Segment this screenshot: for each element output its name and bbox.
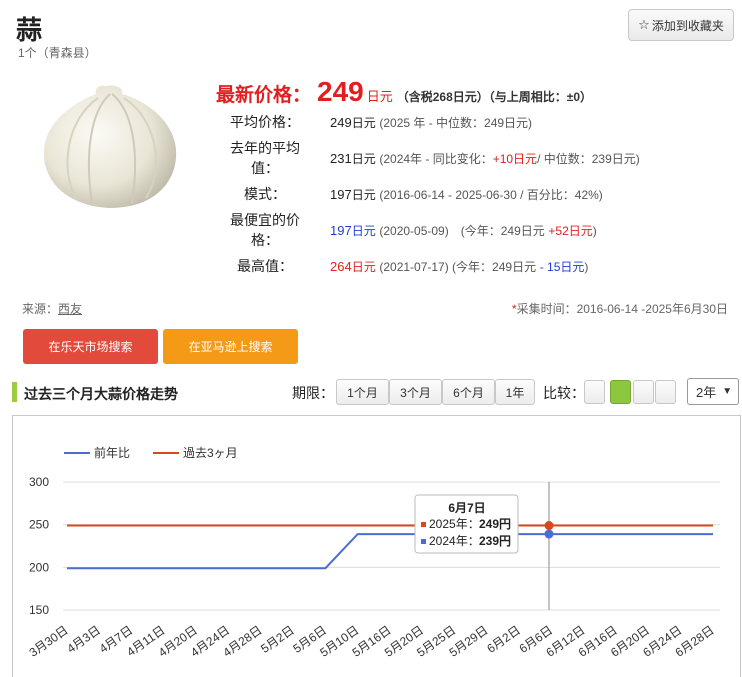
latest-price-unit: 日元 bbox=[366, 89, 393, 104]
stat-detail: (2016-06-14 - 2025-06-30 / 百分比：42%) bbox=[379, 187, 603, 202]
stat-change: +10日元 bbox=[492, 151, 538, 166]
tooltip-swatch-recent bbox=[421, 522, 426, 527]
stat-value: 264 bbox=[330, 258, 352, 274]
tooltip-value-recent: 249円 bbox=[479, 517, 511, 531]
page-title: 蒜 bbox=[16, 15, 43, 45]
stat-label: 最高值： bbox=[237, 258, 293, 274]
compare-option-2[interactable] bbox=[610, 380, 631, 404]
stat-row-highest: 最高值： 264日元 (2021-07-17) (今年：249日元 - 15日元… bbox=[220, 252, 740, 280]
latest-price-value: 249 bbox=[317, 76, 364, 107]
tooltip-line-prev-year: 2024年： bbox=[429, 534, 480, 548]
collection-period: *采集时间：2016-06-14 -2025年6月30日 bbox=[511, 302, 728, 316]
stat-change: - 15 bbox=[539, 259, 561, 274]
add-favorite-button[interactable]: ☆ 添加到收藏夹 bbox=[628, 9, 734, 41]
x-tick-label: 5月2日 bbox=[258, 623, 297, 656]
price-chart-svg: 1502002503003月30日4月3日4月7日4月11日4月20日4月24日… bbox=[27, 445, 720, 660]
hover-point-recent bbox=[544, 521, 554, 531]
compare-label: 比较： bbox=[543, 385, 585, 401]
section-title: 过去三个月大蒜价格走势 bbox=[24, 386, 178, 402]
section-accent-bar bbox=[12, 382, 17, 402]
stat-row-mode: 模式： 197日元 (2016-06-14 - 2025-06-30 / 百分比… bbox=[220, 180, 740, 208]
add-favorite-label: 添加到收藏夹 bbox=[651, 18, 724, 33]
legend-label: 過去3ヶ月 bbox=[183, 446, 238, 460]
page-subtitle: 1个（青森县） bbox=[18, 46, 97, 60]
price-chart: 150 200 250 300 3月30日 4月3日 4月7日 4月11日 4月20日 4月24日… bbox=[12, 415, 741, 677]
latest-price-label: 最新价格： bbox=[216, 85, 312, 106]
stat-row-average: 平均价格： 249日元 (2025 年 - 中位数：249日元) bbox=[220, 108, 740, 136]
stat-value: 231 bbox=[330, 150, 352, 166]
x-tick-label: 4月3日 bbox=[64, 623, 103, 656]
stat-row-cheapest: 最便宜的价格： 197日元 (2020-05-09) (今年：249日元 +52… bbox=[220, 208, 740, 252]
tooltip-swatch-prev-year bbox=[421, 539, 426, 544]
period-label: 期限： bbox=[292, 385, 334, 401]
chevron-down-icon: ▼ bbox=[722, 386, 733, 397]
stat-value: 197 bbox=[330, 186, 352, 202]
latest-price: 最新价格： 249 日元 （含税268日元）（与上周相比：±0） bbox=[216, 76, 592, 108]
legend-label: 前年比 bbox=[94, 445, 130, 460]
stat-label: 去年的平均值： bbox=[230, 140, 300, 176]
period-1-year-button[interactable]: 1年 bbox=[495, 379, 535, 405]
tooltip-title: 6月7日 bbox=[448, 501, 485, 515]
tooltip-value-prev-year: 239円 bbox=[479, 534, 511, 548]
y-tick-label: 200 bbox=[29, 560, 49, 574]
period-6-month-button[interactable]: 6个月 bbox=[442, 379, 495, 405]
period-1-month-button[interactable]: 1个月 bbox=[336, 379, 389, 405]
stat-detail: (2025 年 - 中位数：249日元) bbox=[379, 115, 533, 130]
hover-point-prev-year bbox=[544, 529, 554, 539]
price-stats: 平均价格： 249日元 (2025 年 - 中位数：249日元) 去年的平均值：… bbox=[220, 108, 740, 280]
garlic-image bbox=[43, 85, 177, 208]
stat-row-last-year: 去年的平均值： 231日元 (2024年 - 同比变化：+10日元/ 中位数：2… bbox=[220, 136, 740, 180]
period-3-month-button[interactable]: 3个月 bbox=[389, 379, 442, 405]
tooltip-line-recent: 2025年： bbox=[429, 517, 480, 531]
stat-label: 最便宜的价格： bbox=[230, 212, 300, 248]
y-tick-label: 150 bbox=[29, 603, 49, 617]
year-select[interactable]: 2年 ▼ bbox=[687, 378, 739, 405]
star-icon: ☆ bbox=[638, 17, 650, 32]
stat-label: 平均价格： bbox=[230, 114, 300, 130]
rakuten-search-button[interactable]: 在乐天市场搜索 bbox=[23, 329, 158, 364]
x-tick-label: 6月2日 bbox=[484, 623, 523, 656]
series-line-prev-year bbox=[67, 533, 713, 570]
y-tick-label: 300 bbox=[29, 475, 49, 489]
amazon-search-button[interactable]: 在亚马逊上搜索 bbox=[163, 329, 298, 364]
compare-option-1[interactable] bbox=[584, 380, 605, 404]
source-info: 来源：西友 bbox=[22, 302, 83, 316]
compare-option-4[interactable] bbox=[655, 380, 676, 404]
compare-option-3[interactable] bbox=[633, 380, 654, 404]
y-tick-label: 250 bbox=[29, 518, 49, 532]
x-tick-label: 3月30日 bbox=[27, 623, 71, 660]
stat-label: 模式： bbox=[244, 186, 286, 202]
latest-price-note: （含税268日元）（与上周相比：±0） bbox=[396, 90, 593, 104]
stat-value: 249 bbox=[330, 114, 352, 130]
stat-value: 197 bbox=[330, 222, 352, 238]
source-link[interactable]: 西友 bbox=[58, 302, 82, 316]
stat-change: +52日元 bbox=[548, 223, 593, 238]
